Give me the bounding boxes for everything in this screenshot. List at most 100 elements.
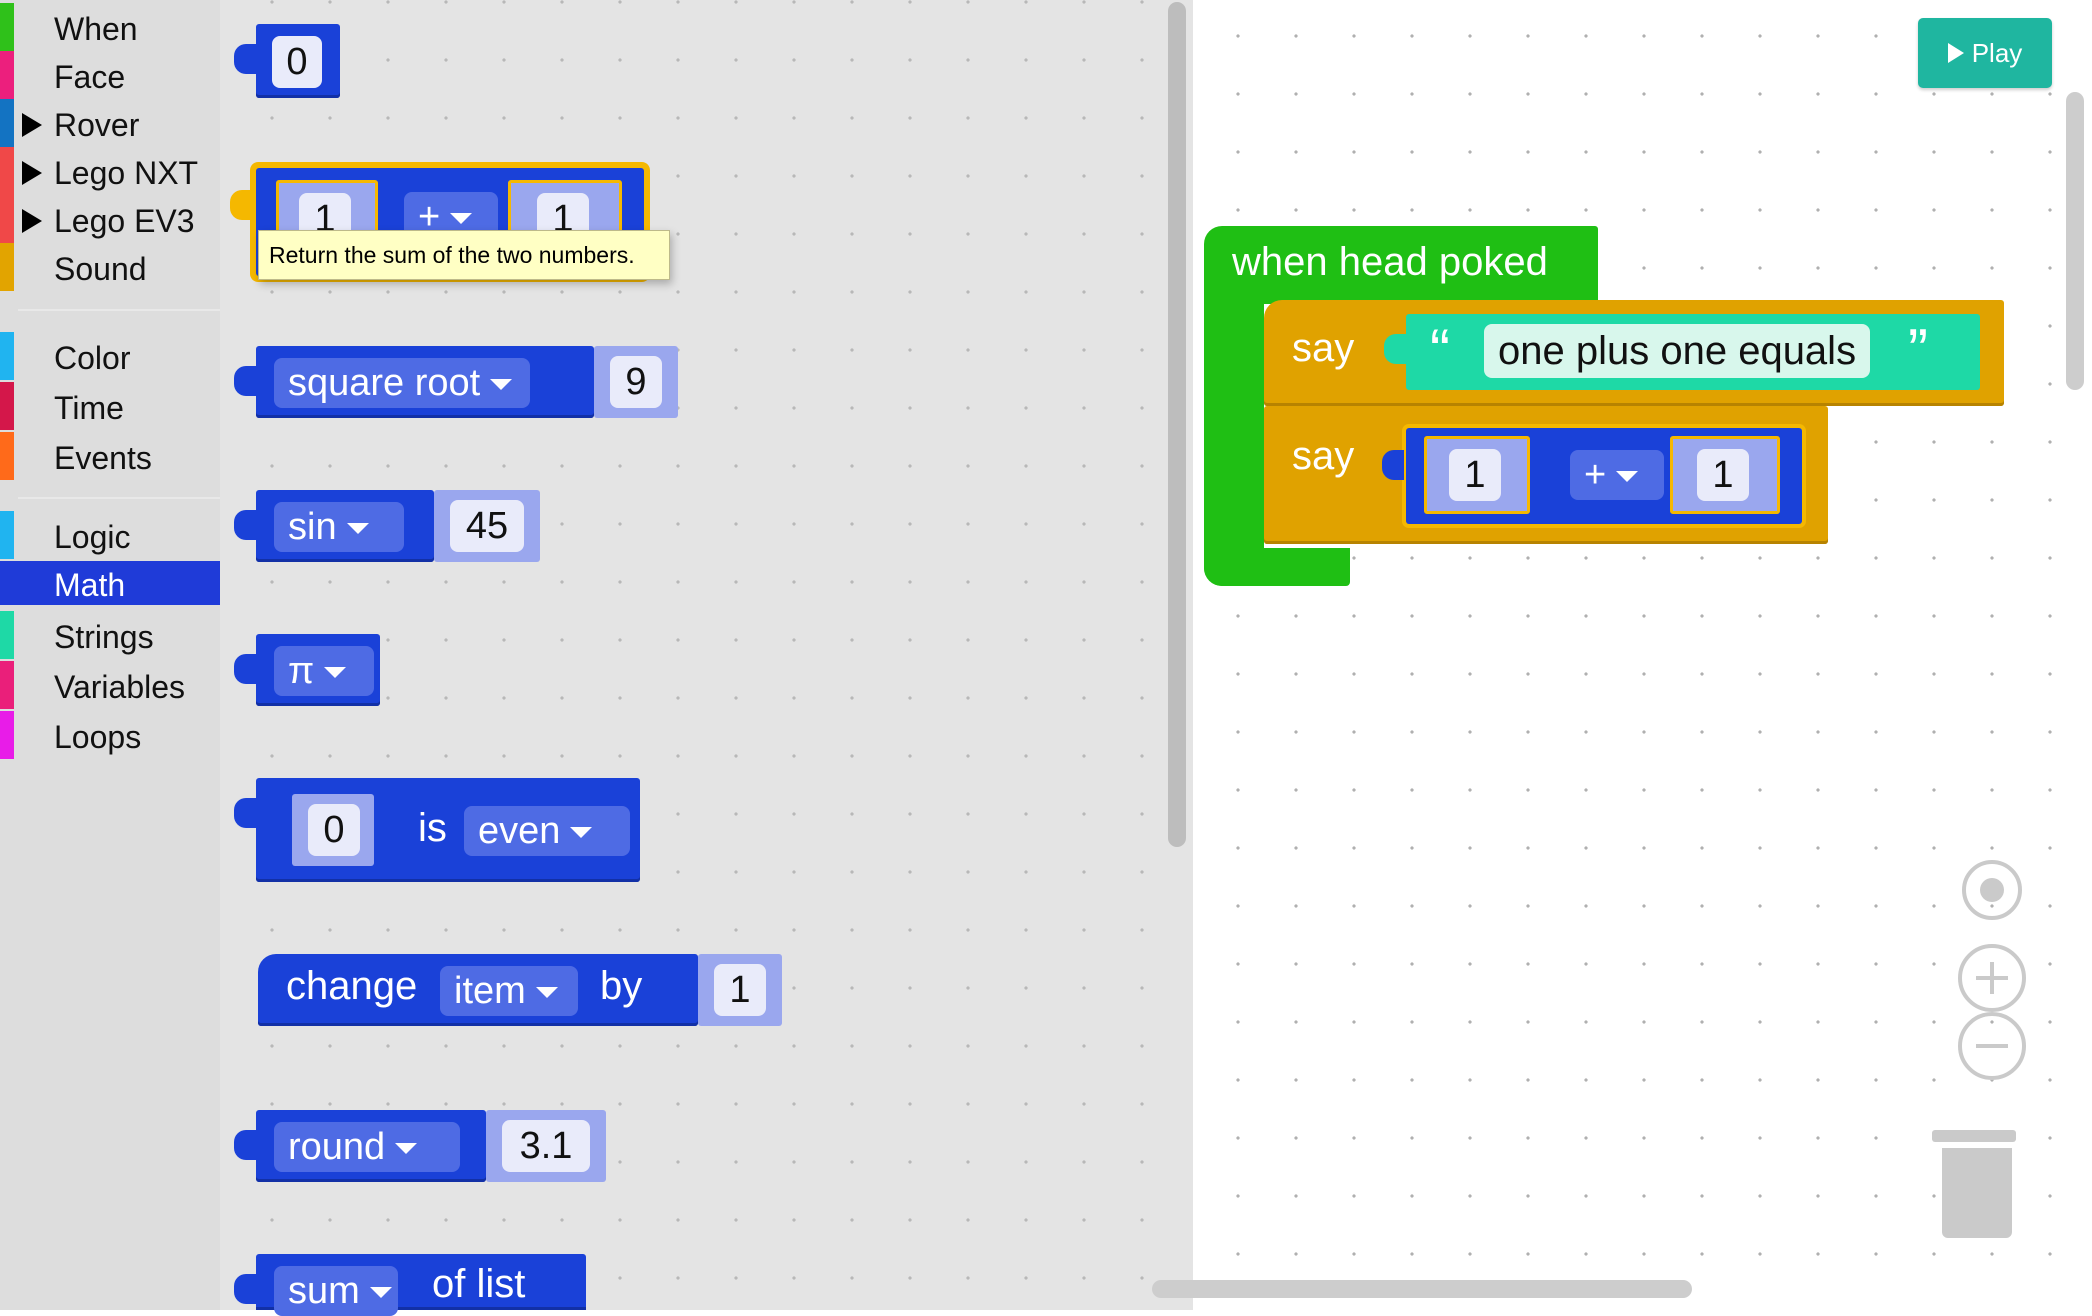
- variable-dropdown[interactable]: item: [440, 966, 578, 1016]
- expand-arrow-icon[interactable]: [22, 209, 42, 233]
- chevron-down-icon: [570, 827, 593, 839]
- trig-block[interactable]: sin 45: [234, 490, 540, 562]
- open-quote-icon: “: [1430, 317, 1450, 384]
- category-color-swatch: [0, 51, 14, 99]
- number-field[interactable]: 1: [714, 964, 766, 1016]
- category-events[interactable]: Events: [0, 432, 220, 480]
- category-color-swatch: [0, 243, 14, 291]
- chevron-down-icon: [450, 213, 473, 225]
- output-connector: [234, 1130, 256, 1160]
- number-field[interactable]: 1: [1449, 449, 1501, 501]
- property-dropdown[interactable]: even: [464, 806, 630, 856]
- zoom-in-bar: [1990, 962, 1994, 994]
- function-dropdown[interactable]: sin: [274, 502, 404, 552]
- constant-block[interactable]: π: [234, 634, 380, 706]
- category-label: When: [54, 11, 138, 47]
- target-dot: [1980, 878, 2004, 902]
- say-block[interactable]: say “ one plus one equals ”: [1264, 300, 2004, 406]
- say-block[interactable]: say 1 + 1: [1264, 406, 1828, 544]
- category-color-swatch: [0, 511, 14, 559]
- block-text: is: [418, 806, 447, 850]
- expand-arrow-icon[interactable]: [22, 113, 42, 137]
- chevron-down-icon: [369, 1287, 392, 1299]
- category-color-swatch: [0, 382, 14, 430]
- category-lego-ev3[interactable]: Lego EV3: [0, 195, 220, 243]
- round-block[interactable]: round 3.1: [234, 1110, 606, 1182]
- number-block[interactable]: 0: [234, 24, 340, 98]
- number-field[interactable]: 45: [450, 500, 524, 552]
- text-field[interactable]: one plus one equals: [1484, 324, 1871, 378]
- change-variable-block[interactable]: change item by 1: [258, 954, 782, 1026]
- block-text: of list: [432, 1262, 526, 1306]
- chevron-down-icon: [1616, 471, 1639, 483]
- category-label: Loops: [54, 719, 142, 755]
- zoom-out-icon[interactable]: [1958, 1012, 2026, 1080]
- math-single-block[interactable]: square root 9: [234, 346, 678, 418]
- output-connector: [234, 44, 256, 74]
- zoom-in-icon[interactable]: [1958, 944, 2026, 1012]
- category-strings[interactable]: Strings: [0, 611, 220, 659]
- category-color-swatch: [0, 661, 14, 709]
- workspace-horizontal-scrollbar[interactable]: [1152, 1280, 1692, 1298]
- function-dropdown[interactable]: square root: [274, 358, 530, 408]
- number-field[interactable]: 0: [272, 36, 322, 88]
- category-label: Sound: [54, 251, 147, 287]
- variable-label: item: [454, 970, 526, 1012]
- expand-arrow-icon[interactable]: [22, 161, 42, 185]
- arithmetic-block[interactable]: 1 + 1: [1382, 428, 1802, 524]
- event-block[interactable]: when head poked: [1204, 226, 1598, 304]
- play-button[interactable]: Play: [1918, 18, 2052, 88]
- output-connector: [234, 654, 256, 684]
- number-field[interactable]: 3.1: [502, 1120, 590, 1172]
- sum-of-list-block[interactable]: sum of list: [234, 1254, 586, 1316]
- play-label: Play: [1971, 38, 2023, 68]
- category-math[interactable]: Math: [0, 561, 220, 605]
- category-time[interactable]: Time: [0, 382, 220, 430]
- category-lego-nxt[interactable]: Lego NXT: [0, 147, 220, 195]
- operator-label: +: [1584, 454, 1607, 496]
- number-field[interactable]: 1: [1697, 449, 1749, 501]
- string-block[interactable]: “ one plus one equals ”: [1384, 314, 1980, 390]
- category-color[interactable]: Color: [0, 332, 220, 380]
- category-label: Math: [54, 567, 126, 603]
- input-slot: 1: [698, 954, 782, 1026]
- block-text: by: [600, 964, 643, 1008]
- operand-slot: 1: [1424, 436, 1530, 514]
- category-label: Variables: [54, 669, 186, 705]
- operator-dropdown[interactable]: +: [1570, 450, 1664, 500]
- target-icon[interactable]: [1962, 860, 2022, 920]
- workspace[interactable]: [1193, 0, 2092, 1310]
- output-connector: [234, 366, 256, 396]
- category-color-swatch: [0, 147, 14, 195]
- number-field[interactable]: 9: [610, 356, 662, 408]
- number-field[interactable]: 0: [308, 804, 360, 856]
- tooltip: Return the sum of the two numbers.: [258, 230, 670, 280]
- category-logic[interactable]: Logic: [0, 511, 220, 559]
- number-property-block[interactable]: 0 is even: [234, 778, 640, 882]
- category-loops[interactable]: Loops: [0, 711, 220, 759]
- category-sound[interactable]: Sound: [0, 243, 220, 291]
- category-variables[interactable]: Variables: [0, 661, 220, 709]
- chevron-down-icon: [324, 667, 347, 679]
- category-rover[interactable]: Rover: [0, 99, 220, 147]
- flyout-scrollbar[interactable]: [1168, 2, 1186, 847]
- trash-lid: [1932, 1130, 2016, 1142]
- say-label: say: [1292, 434, 1355, 478]
- function-dropdown[interactable]: round: [274, 1122, 460, 1172]
- workspace-vertical-scrollbar[interactable]: [2066, 92, 2084, 390]
- output-connector: [234, 798, 256, 828]
- close-quote-icon: ”: [1908, 317, 1928, 384]
- function-label: round: [288, 1126, 386, 1168]
- constant-dropdown[interactable]: π: [274, 646, 374, 696]
- category-when[interactable]: When: [0, 3, 220, 51]
- trash-icon[interactable]: [1942, 1148, 2012, 1238]
- output-connector: [1384, 334, 1406, 364]
- function-dropdown[interactable]: sum: [274, 1266, 398, 1316]
- category-face[interactable]: Face: [0, 51, 220, 99]
- chevron-down-icon: [490, 379, 513, 391]
- event-label: when head poked: [1232, 240, 1548, 284]
- input-slot: 9: [594, 346, 678, 418]
- function-label: sin: [288, 506, 337, 548]
- output-connector: [234, 510, 256, 540]
- output-connector: [230, 190, 252, 220]
